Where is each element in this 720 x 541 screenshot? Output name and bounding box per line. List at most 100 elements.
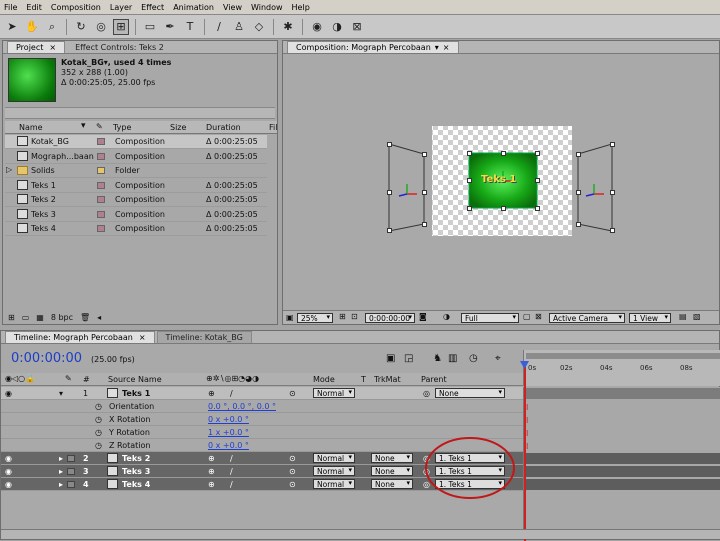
world-axis-mode-icon[interactable]: ◑ — [329, 19, 345, 35]
shy-icon[interactable]: ⊕ — [208, 467, 215, 476]
expand-arrow-icon[interactable]: ▷ — [6, 165, 12, 174]
tab-effect-controls[interactable]: Effect Controls: Teks 2 — [67, 41, 172, 53]
menu-layer[interactable]: Layer — [110, 3, 132, 12]
type-tool-icon[interactable]: T — [182, 19, 198, 35]
property-value[interactable]: 0 x +0.0 ° — [208, 441, 249, 450]
always-preview-icon[interactable]: ▣ — [286, 313, 294, 322]
handle[interactable] — [610, 228, 615, 233]
layer-duration-bar[interactable] — [526, 453, 720, 464]
chevron-down-icon[interactable]: ▾ — [435, 43, 439, 52]
layer-duration-bar[interactable] — [526, 388, 720, 399]
interpret-footage-icon[interactable]: ⊞ — [8, 313, 15, 322]
stopwatch-icon[interactable]: ◷ — [95, 428, 102, 437]
pan-behind-tool-icon[interactable]: ⊞ — [113, 18, 129, 35]
label-swatch[interactable] — [97, 210, 105, 218]
layer-duration-bar[interactable] — [526, 479, 720, 490]
channel-icon[interactable]: ◑ — [443, 312, 450, 321]
3d-layer-icon[interactable]: ⊙ — [289, 389, 296, 398]
puppet-pin-tool-icon[interactable]: ✱ — [280, 19, 296, 35]
column-parent[interactable]: Parent — [421, 375, 447, 384]
menu-effect[interactable]: Effect — [141, 3, 164, 12]
column-source-name[interactable]: Source Name — [108, 375, 162, 384]
layer-duration-bar[interactable] — [526, 466, 720, 477]
label-swatch[interactable] — [97, 196, 105, 203]
handle[interactable] — [387, 142, 392, 147]
handle[interactable] — [576, 222, 581, 227]
sort-chevron-icon[interactable]: ▾ — [81, 121, 86, 131]
mode-dropdown[interactable]: Normal — [313, 388, 355, 398]
3d-layer-icon[interactable]: ⊙ — [289, 480, 296, 489]
mode-dropdown[interactable]: Normal — [313, 479, 355, 489]
mode-dropdown[interactable]: Normal — [313, 466, 355, 476]
menu-file[interactable]: File — [4, 3, 17, 12]
twirl-closed-icon[interactable]: ▸ — [59, 454, 63, 463]
quality-icon[interactable]: ∕ — [230, 480, 233, 489]
project-item-row[interactable]: Teks 3 Composition Δ 0:00:25:05 — [5, 208, 267, 222]
shy-icon[interactable]: ⊕ — [208, 480, 215, 489]
menu-help[interactable]: Help — [292, 3, 310, 12]
label-swatch[interactable] — [67, 481, 75, 488]
mask-visibility-icon[interactable]: ⊡ — [351, 312, 358, 321]
parent-dropdown[interactable]: None — [435, 388, 505, 398]
menu-composition[interactable]: Composition — [51, 3, 101, 12]
trash-icon[interactable]: 🗑 — [80, 313, 90, 322]
project-item-row[interactable]: Kotak_BG Composition Δ 0:00:25:05 — [5, 135, 267, 149]
column-size[interactable]: Size — [170, 123, 186, 132]
brush-tool-icon[interactable]: ∕ — [211, 19, 227, 35]
tab-timeline-mograph[interactable]: Timeline: Mograph Percobaan × — [5, 331, 155, 343]
project-item-row[interactable]: ▷ Solids Folder — [5, 164, 267, 178]
property-value[interactable]: 0 x +0.0 ° — [208, 415, 249, 424]
layer-name[interactable]: Teks 2 — [122, 454, 150, 463]
handle[interactable] — [610, 190, 615, 195]
column-type[interactable]: Type — [113, 123, 131, 132]
draft-3d-icon[interactable]: ♞ — [433, 353, 442, 364]
layer-name[interactable]: Teks 4 — [122, 480, 150, 489]
snapshot-icon[interactable]: ◙ — [419, 312, 427, 321]
comp-mini-flowchart-icon[interactable]: ▣ — [386, 353, 395, 364]
eraser-tool-icon[interactable]: ◇ — [251, 19, 267, 35]
label-swatch[interactable] — [97, 167, 105, 174]
new-comp-icon[interactable]: ▦ — [36, 313, 44, 322]
zoom-dropdown[interactable]: 25% — [297, 313, 333, 323]
mode-dropdown[interactable]: Normal — [313, 453, 355, 463]
label-swatch[interactable] — [67, 455, 75, 462]
timeline-bottom-bar[interactable] — [1, 529, 720, 539]
property-value[interactable]: 0.0 °, 0.0 °, 0.0 ° — [208, 402, 276, 411]
handle[interactable] — [610, 142, 615, 147]
close-icon[interactable]: × — [443, 43, 450, 52]
view-axis-mode-icon[interactable]: ⊠ — [349, 19, 365, 35]
bpc-label[interactable]: 8 bpc — [51, 313, 73, 322]
handle[interactable] — [467, 178, 472, 183]
handle[interactable] — [387, 190, 392, 195]
handle[interactable] — [535, 178, 540, 183]
label-swatch[interactable] — [97, 225, 105, 232]
clone-stamp-tool-icon[interactable]: ♙ — [231, 19, 247, 35]
property-row[interactable]: ◷ X Rotation 0 x +0.0 ° — [1, 413, 523, 426]
layer-name[interactable]: Teks 3 — [122, 467, 150, 476]
stopwatch-icon[interactable]: ◷ — [95, 441, 102, 450]
label-swatch[interactable] — [97, 152, 105, 160]
handle[interactable] — [576, 190, 581, 195]
menu-window[interactable]: Window — [251, 3, 283, 12]
handle[interactable] — [535, 206, 540, 211]
tab-timeline-kotak-bg[interactable]: Timeline: Kotak_BG — [156, 331, 252, 343]
project-item-row[interactable]: Teks 2 Composition Δ 0:00:25:05 — [5, 193, 267, 207]
rotate-tool-icon[interactable]: ↻ — [73, 19, 89, 35]
live-update-icon[interactable]: ◲ — [404, 353, 413, 364]
project-item-row[interactable]: Teks 1 Composition Δ 0:00:25:05 — [5, 179, 267, 193]
zoom-tool-icon[interactable]: ⌕ — [44, 19, 60, 35]
scroll-left-icon[interactable]: ◂ — [97, 313, 101, 322]
shy-icon[interactable]: ⊕ — [208, 389, 215, 398]
layer-row[interactable]: ◉ ▾ 1 Teks 1 ⊕ ∕ ⊙ Normal ◎ None — [1, 387, 523, 400]
rectangle-mask-tool-icon[interactable]: ▭ — [142, 19, 158, 35]
quality-icon[interactable]: ∕ — [230, 389, 233, 398]
motion-blur-icon[interactable]: ◷ — [469, 353, 478, 364]
close-icon[interactable]: × — [49, 43, 56, 52]
handle[interactable] — [387, 228, 392, 233]
3d-layer-icon[interactable]: ⊙ — [289, 454, 296, 463]
eye-icon[interactable]: ◉ — [5, 480, 12, 489]
handle[interactable] — [422, 222, 427, 227]
quality-icon[interactable]: ∕ — [230, 467, 233, 476]
eye-icon[interactable]: ◉ — [5, 389, 12, 398]
orbit-camera-tool-icon[interactable]: ◎ — [93, 19, 109, 35]
